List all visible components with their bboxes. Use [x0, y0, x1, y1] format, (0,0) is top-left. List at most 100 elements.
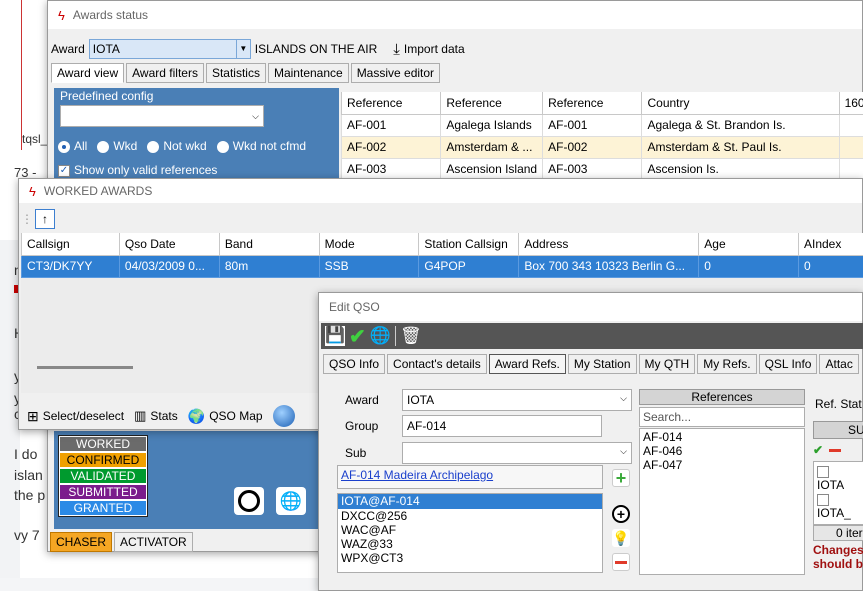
column-header[interactable]: Reference	[341, 92, 442, 115]
table-cell: Ascension Is.	[641, 157, 840, 181]
list-item[interactable]: AF-047	[643, 458, 801, 472]
remove-icon[interactable]	[612, 553, 630, 571]
column-header[interactable]: Callsign	[21, 233, 120, 256]
column-header[interactable]: Reference	[440, 92, 544, 115]
column-header[interactable]: Address	[518, 233, 700, 256]
lightbulb-icon[interactable]: 💡	[612, 529, 630, 547]
tab-statistics[interactable]: Statistics	[205, 63, 266, 83]
table-row[interactable]: CT3/DK7YY 04/03/2009 0... 80m SSB G4POP …	[21, 254, 863, 278]
legend-granted: GRANTED	[59, 500, 147, 516]
tab-qso-info[interactable]: QSO Info	[323, 354, 386, 374]
references-search-input[interactable]: Search...	[639, 407, 805, 427]
edit-toolbar: 💾 ✔ 🌐 🗑	[321, 323, 863, 349]
table-cell: AF-001	[542, 113, 643, 137]
check-icon[interactable]: ✔	[813, 443, 823, 457]
award-select[interactable]: IOTA ▼	[88, 39, 251, 59]
role-tabs: CHASER ACTIVATOR	[50, 532, 193, 552]
table-cell: AF-003	[542, 157, 643, 181]
list-item[interactable]: WAC@AF	[338, 523, 602, 537]
list-item[interactable]: IOTA	[817, 464, 860, 492]
list-item[interactable]: DXCC@256	[338, 509, 602, 523]
table-row[interactable]: AF-002 Amsterdam & ... AF-002 Amsterdam …	[341, 135, 863, 159]
grid-header: Callsign Qso Date Band Mode Station Call…	[21, 233, 863, 256]
table-cell: 04/03/2009 0...	[118, 254, 220, 278]
warning-line: should b	[813, 557, 863, 571]
select-deselect-button[interactable]: ⊞ Select/deselect	[27, 408, 124, 425]
references-list: AF-014 AF-046 AF-047	[639, 428, 805, 575]
column-header[interactable]: Band	[218, 233, 320, 256]
column-header[interactable]: AIndex	[798, 233, 863, 256]
add-icon[interactable]: +	[612, 468, 630, 488]
list-item[interactable]: WPX@CT3	[338, 551, 602, 565]
sub-select[interactable]: ⌵	[402, 442, 632, 464]
only-valid-checkbox[interactable]: ✓ Show only valid references	[58, 163, 217, 177]
column-header[interactable]: Qso Date	[118, 233, 220, 256]
table-row[interactable]: AF-001 Agalega Islands AF-001 Agalega & …	[341, 113, 863, 137]
tab-my-refs[interactable]: My Refs.	[697, 354, 757, 374]
column-header[interactable]: Age	[698, 233, 799, 256]
filter-radios: All Wkd Not wkd Wkd not cfmd	[58, 139, 306, 153]
chevron-down-icon[interactable]: ▼	[235, 40, 250, 58]
save-icon[interactable]: 💾	[325, 326, 345, 346]
legend-validated: VALIDATED	[59, 468, 147, 484]
radio-wkd[interactable]: Wkd	[97, 139, 137, 153]
predefined-select[interactable]: ⌵	[60, 105, 264, 127]
legend-confirmed: CONFIRMED	[59, 452, 147, 468]
table-cell	[838, 113, 863, 137]
remove-icon[interactable]	[829, 448, 842, 452]
column-header[interactable]: 160	[838, 92, 863, 115]
tab-activator[interactable]: ACTIVATOR	[114, 532, 193, 552]
plus-circle-icon[interactable]: +	[612, 505, 630, 523]
list-item[interactable]: WAZ@33	[338, 537, 602, 551]
tab-qsl-info[interactable]: QSL Info	[758, 354, 818, 374]
check-icon[interactable]: ✔	[349, 324, 366, 349]
clock-icon	[238, 490, 260, 512]
tab-massive-editor[interactable]: Massive editor	[350, 63, 441, 83]
globe-icon[interactable]: 🌐	[370, 326, 391, 346]
import-data-button[interactable]: ⤓ Import data	[393, 41, 464, 58]
column-header[interactable]: Mode	[318, 233, 420, 256]
list-item[interactable]: IOTA_	[817, 492, 860, 520]
status-header: SU	[813, 421, 863, 439]
column-header[interactable]: Country	[641, 92, 840, 115]
list-item[interactable]: IOTA@AF-014	[338, 494, 602, 509]
tab-contact-details[interactable]: Contact's details	[387, 354, 487, 374]
radio-wkd-not-cfmd[interactable]: Wkd not cfmd	[216, 139, 306, 153]
up-button[interactable]: ↑	[35, 209, 55, 229]
reference-link[interactable]: AF-014 Madeira Archipelago	[341, 468, 493, 482]
table-cell: G4POP	[418, 254, 520, 278]
tab-chaser[interactable]: CHASER	[50, 532, 113, 552]
radio-all[interactable]: All	[58, 139, 87, 153]
column-header[interactable]: Reference	[542, 92, 643, 115]
stats-button[interactable]: ▥ Stats	[134, 408, 178, 424]
worked-toolbar-bottom: ⊞ Select/deselect ▥ Stats 🌍 QSO Map	[27, 405, 295, 427]
radio-not-wkd[interactable]: Not wkd	[147, 139, 207, 153]
qso-map-button[interactable]: 🌍 QSO Map	[188, 408, 263, 425]
timer-button[interactable]	[234, 487, 264, 515]
tab-award-view[interactable]: Award view	[51, 63, 125, 83]
trash-icon[interactable]: 🗑	[400, 326, 422, 346]
globe-button[interactable]: 🌐	[276, 487, 306, 515]
tab-my-station[interactable]: My Station	[567, 354, 637, 374]
list-item[interactable]: AF-014	[643, 430, 801, 444]
award-label: Award	[345, 393, 379, 407]
table-cell: AF-001	[341, 113, 442, 137]
table-cell: Amsterdam & St. Paul Is.	[641, 135, 840, 159]
tab-maintenance[interactable]: Maintenance	[267, 63, 349, 83]
earth-icon[interactable]	[272, 405, 295, 427]
awards-titlebar: ϟ Awards status	[48, 1, 862, 29]
table-row[interactable]: AF-003 Ascension Island AF-003 Ascension…	[341, 157, 863, 181]
bg-line: vy 7	[14, 527, 40, 543]
tab-my-qth[interactable]: My QTH	[638, 354, 696, 374]
horizontal-scrollbar[interactable]	[37, 366, 133, 369]
award-select[interactable]: IOTA ⌵	[402, 389, 632, 411]
tab-award-refs[interactable]: Award Refs.	[488, 354, 566, 374]
column-header[interactable]: Station Callsign	[418, 233, 520, 256]
tab-award-filters[interactable]: Award filters	[126, 63, 204, 83]
tab-attach[interactable]: Attac	[819, 354, 859, 374]
list-item[interactable]: AF-046	[643, 444, 801, 458]
table-cell: Box 700 343 10323 Berlin G...	[518, 254, 700, 278]
group-field[interactable]: AF-014	[402, 415, 602, 437]
radio-wkd-label: Wkd	[113, 139, 138, 153]
edit-titlebar: Edit QSO	[319, 293, 862, 321]
